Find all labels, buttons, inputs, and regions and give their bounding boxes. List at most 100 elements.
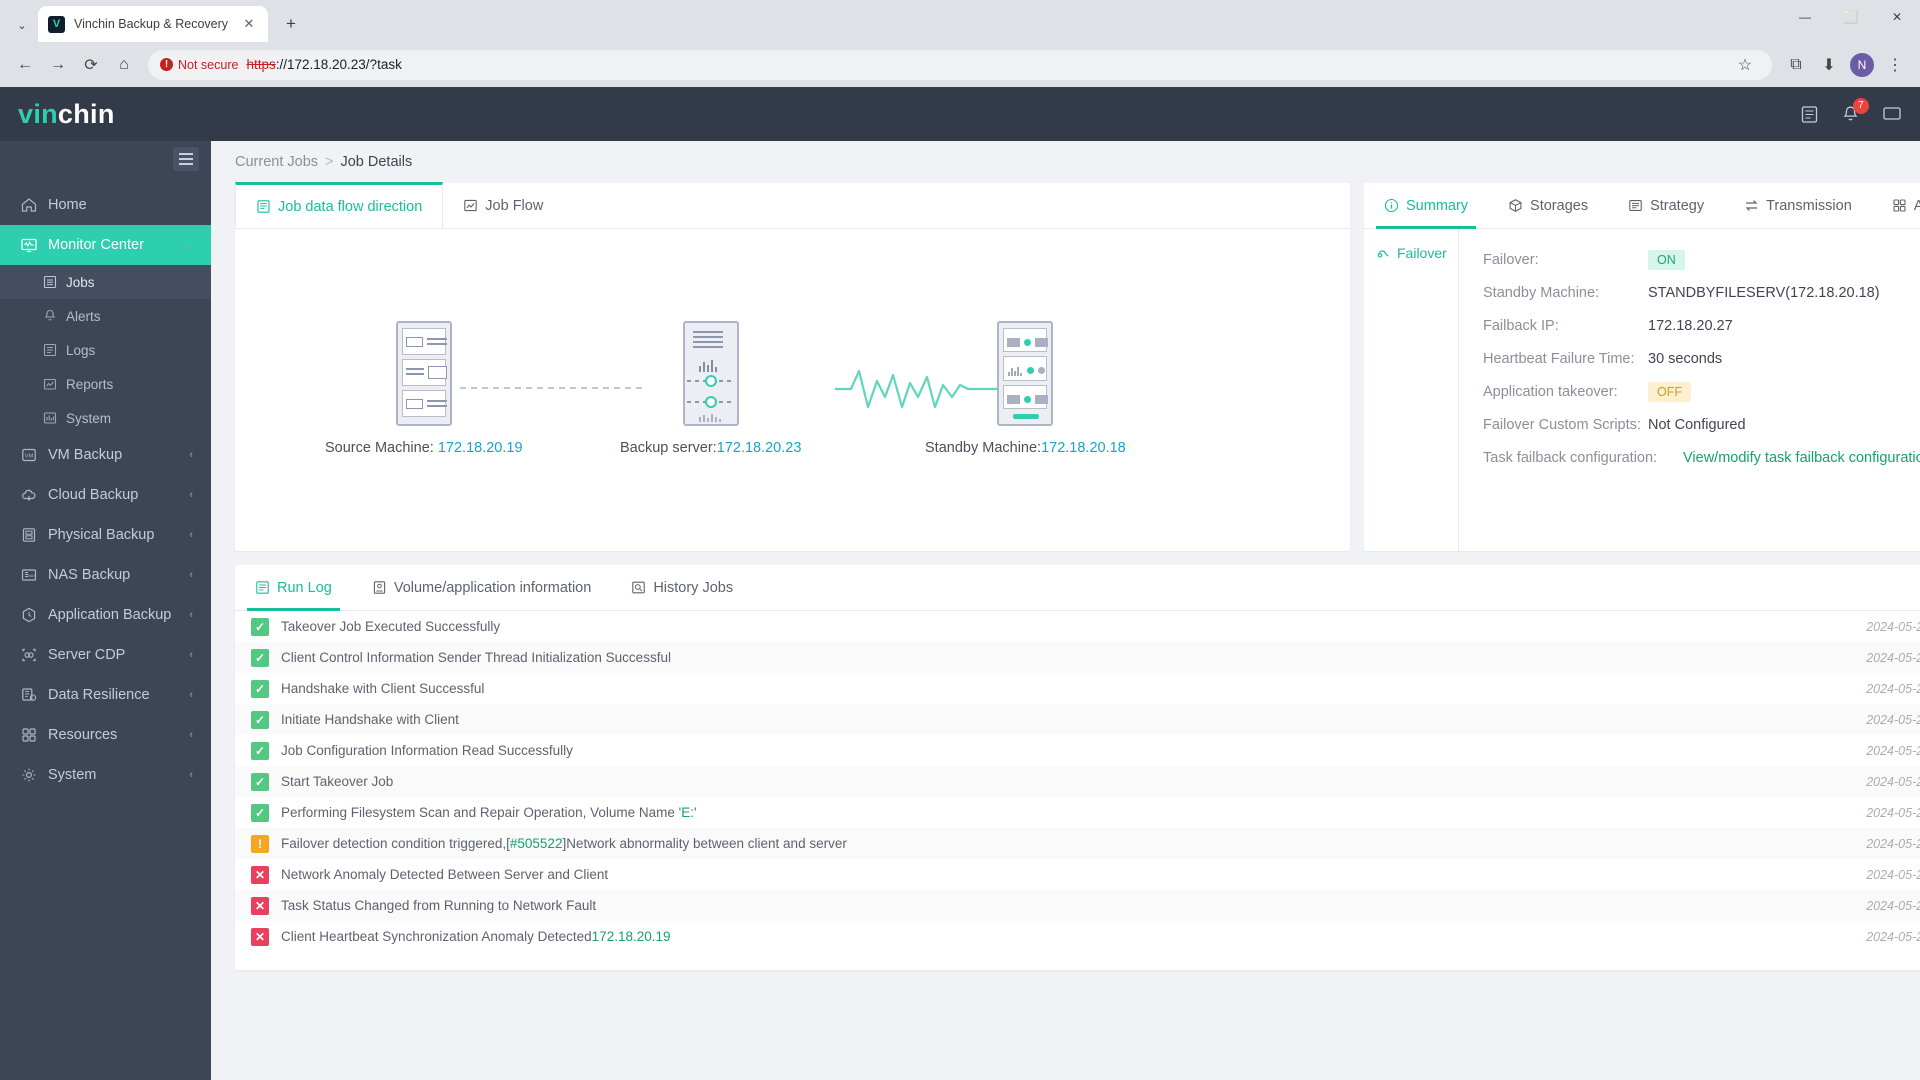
sidebar-subitem-logs[interactable]: Logs [0,333,211,367]
notifications-bell-icon[interactable]: 7 [1841,97,1869,124]
log-timestamp: 2024-05-20 16:07:07 [1866,898,1920,913]
task-failback-config-link[interactable]: View/modify task failback configuration [1683,450,1920,466]
log-row[interactable]: ✕ Task Status Changed from Running to Net… [235,890,1920,921]
success-icon: ✓ [251,648,269,667]
tab-close-icon[interactable]: ✕ [240,15,258,33]
sidebar-item-monitor-center[interactable]: Monitor Center ⌄ [0,225,211,265]
sidebar-subitem-reports[interactable]: Reports [0,367,211,401]
log-row[interactable]: ✓ Performing Filesystem Scan and Repair O… [235,797,1920,828]
jobs-icon [42,275,57,290]
tab-label: Storages [1530,197,1589,214]
success-icon: ✓ [251,772,269,791]
tab-run-log[interactable]: Run Log [235,565,352,611]
tab-label: Strategy [1650,197,1705,214]
window-minimize-button[interactable]: — [1782,0,1828,34]
field-application-takeover: Application takeover: OFF [1483,379,1920,405]
sidebar-item-application-backup[interactable]: Application Backup ‹ [0,595,211,635]
field-value: 172.18.20.27 [1648,318,1733,334]
browser-tab[interactable]: V Vinchin Backup & Recovery ✕ [38,6,268,42]
field-label: Heartbeat Failure Time: [1483,351,1635,367]
sidebar-item-label: Resources [48,727,118,743]
tab-history-jobs[interactable]: History Jobs [611,565,753,610]
not-secure-badge[interactable]: ! Not secure [160,58,238,72]
sidebar-subitem-jobs[interactable]: Jobs [0,265,211,299]
log-row[interactable]: ✓ Start Takeover Job 2024-05-20 16:07:26 [235,766,1920,797]
sidebar-item-nas-backup[interactable]: NAS NAS Backup ‹ [0,555,211,595]
app-hexagon-icon [20,607,37,624]
tab-label: Transmission [1766,197,1852,214]
tab-job-flow[interactable]: Job Flow [443,183,563,228]
breadcrumb-parent[interactable]: Current Jobs [235,154,318,170]
log-timestamp: 2024-05-20 16:07:07 [1866,929,1920,944]
browser-chrome: ⌄ V Vinchin Backup & Recovery ✕ + — ⬜ ✕ … [0,0,1920,87]
volume-icon [372,580,387,595]
log-row[interactable]: ✓ Takeover Job Executed Successfully 2024-… [235,611,1920,642]
extensions-icon[interactable]: ⧉ [1781,50,1811,80]
tab-storages[interactable]: Storages [1488,183,1608,228]
not-secure-label: Not secure [178,57,239,72]
reload-icon[interactable]: ⟳ [76,50,106,80]
sidebar-item-label: System [48,767,97,783]
bookmark-star-icon[interactable]: ☆ [1730,50,1760,80]
summary-side-tabs: Failover [1364,229,1459,551]
log-row[interactable]: ! Failover detection condition triggered,… [235,828,1920,859]
log-row[interactable]: ✓ Initiate Handshake with Client 2024-05-2… [235,704,1920,735]
field-label: Failover Custom Scripts: [1483,417,1641,433]
downloads-icon[interactable]: ⬇ [1814,50,1844,80]
tab-summary[interactable]: Summary [1364,183,1488,229]
success-icon: ✓ [251,617,269,636]
field-failback-ip: Failback IP: 172.18.20.27 [1483,313,1920,339]
side-tab-failover[interactable]: Failover [1364,237,1458,269]
documents-icon[interactable] [1800,105,1819,124]
sidebar-item-resources[interactable]: Resources ‹ [0,715,211,755]
standby-machine-label: Standby Machine:172.18.20.18 [925,440,1126,456]
standby-machine-node[interactable]: Standby Machine:172.18.20.18 [925,321,1126,456]
tab-search-caret-icon[interactable]: ⌄ [6,8,38,42]
sidebar-item-data-resilience[interactable]: Data Resilience ‹ [0,675,211,715]
tab-job-data-flow-direction[interactable]: Job data flow direction [235,182,444,228]
sidebar-item-vm-backup[interactable]: VM VM Backup ‹ [0,435,211,475]
sidebar-item-home[interactable]: Home [0,185,211,225]
sidebar-subitem-label: Reports [66,376,114,392]
tab-volume-application-information[interactable]: Volume/application information [352,565,611,610]
forward-icon[interactable]: → [43,50,73,80]
tab-advanced[interactable]: Advanced [1872,183,1920,228]
log-row[interactable]: ✕ Network Anomaly Detected Between Server… [235,859,1920,890]
window-maximize-button[interactable]: ⬜ [1828,0,1874,34]
box-icon [1508,198,1523,213]
field-value: Not Configured [1648,417,1746,433]
log-row[interactable]: ✕ Client Heartbeat Synchronization Anomal… [235,921,1920,952]
sidebar-subitem-alerts[interactable]: Alerts [0,299,211,333]
browser-menu-icon[interactable]: ⋮ [1880,50,1910,80]
tab-transmission[interactable]: Transmission [1724,183,1872,228]
address-bar[interactable]: ! Not secure https://172.18.20.23/?task … [148,49,1772,80]
sidebar-item-cloud-backup[interactable]: Cloud Backup ‹ [0,475,211,515]
chevron-left-icon: ‹ [189,529,193,541]
sidebar-item-physical-backup[interactable]: Physical Backup ‹ [0,515,211,555]
window-close-button[interactable]: ✕ [1874,0,1920,34]
sidebar-item-system[interactable]: System ‹ [0,755,211,795]
profile-avatar[interactable]: N [1847,50,1877,80]
screen-icon[interactable] [1882,104,1902,124]
log-row[interactable]: ✓ Handshake with Client Successful 2024-05… [235,673,1920,704]
nas-icon: NAS [20,567,37,584]
log-row[interactable]: ✓ Job Configuration Information Read Succ… [235,735,1920,766]
backup-server-node[interactable]: Backup server:172.18.20.23 [620,321,801,456]
tab-label: Summary [1406,197,1469,214]
strategy-icon [1628,198,1643,213]
error-icon: ✕ [251,927,269,946]
tab-strategy[interactable]: Strategy [1608,183,1724,228]
source-machine-node[interactable]: Source Machine: 172.18.20.19 [325,321,523,456]
log-row[interactable]: ✓ Client Control Information Sender Threa… [235,642,1920,673]
sidebar-collapse-button[interactable] [173,147,199,171]
home-icon[interactable]: ⌂ [109,50,139,80]
run-log-list[interactable]: ✓ Takeover Job Executed Successfully 2024-… [235,611,1920,970]
log-timestamp: 2024-05-20 16:07:26 [1866,774,1920,789]
log-message-highlight: #505522 [509,836,563,851]
log-message: Client Control Information Sender Thread… [281,650,671,665]
back-icon[interactable]: ← [10,50,40,80]
sidebar-subitem-system[interactable]: System [0,401,211,435]
sidebar-item-server-cdp[interactable]: Server CDP ‹ [0,635,211,675]
job-flow-card: Job data flow direction Job Flow Source … [235,182,1350,551]
new-tab-button[interactable]: + [276,9,306,39]
